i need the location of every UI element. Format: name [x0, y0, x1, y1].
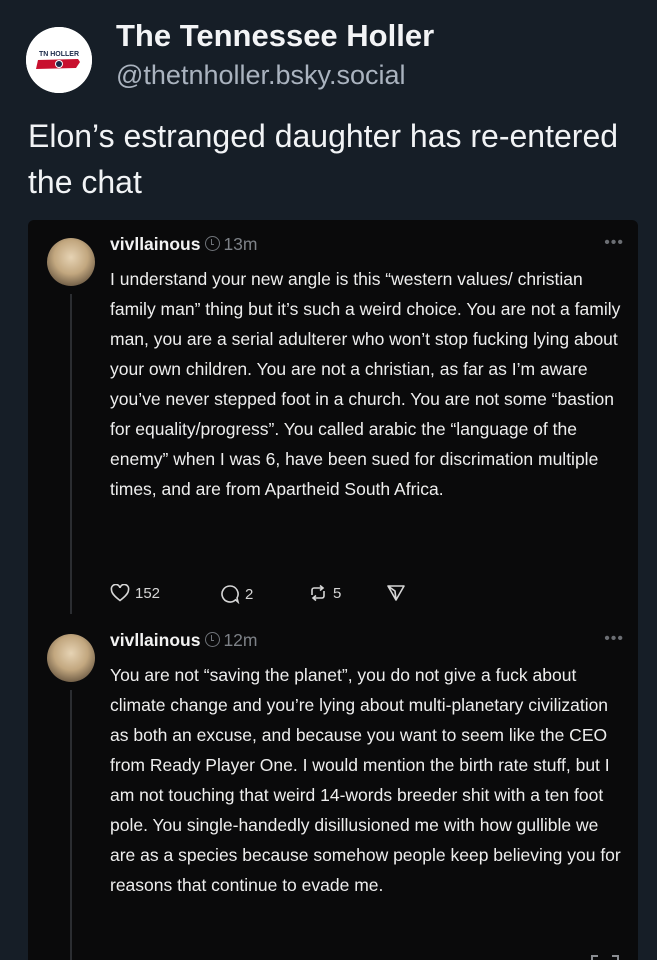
reply-text: You are not “saving the planet”, you do … — [110, 665, 621, 895]
tn-holler-logo: TN HOLLER — [26, 27, 92, 93]
clock-icon — [205, 632, 221, 647]
more-icon[interactable]: ••• — [604, 630, 624, 648]
reply-header: vivllainous 12m — [110, 630, 258, 651]
heart-icon — [110, 584, 130, 602]
like-count: 152 — [135, 584, 161, 602]
reply-username[interactable]: vivllainous — [110, 630, 200, 650]
expand-icon[interactable] — [590, 952, 620, 960]
author-name[interactable]: The Tennessee Holler — [116, 18, 434, 54]
clock-icon — [205, 236, 221, 251]
like-button[interactable]: 152 — [110, 584, 160, 602]
post-text: Elon’s estranged daughter has re-entered… — [28, 118, 619, 200]
share-button[interactable] — [386, 584, 411, 602]
embedded-screenshot: vivllainous 13m ••• I understand your new… — [28, 220, 638, 960]
reply-text: I understand your new angle is this “wes… — [110, 269, 621, 499]
comment-button[interactable]: 2 — [220, 584, 253, 604]
repost-count: 5 — [333, 584, 342, 602]
reply-item: vivllainous 13m ••• I understand your new… — [28, 228, 638, 623]
post-header: TN HOLLER The Tennessee Holler @thetnhol… — [18, 14, 638, 94]
thread-line — [70, 690, 72, 960]
reply-item: vivllainous 12m ••• You are not “saving t… — [28, 624, 638, 960]
reply-time: 12m — [223, 630, 258, 650]
author-avatar[interactable]: TN HOLLER — [26, 27, 92, 93]
author-handle[interactable]: @thetnholler.bsky.social — [116, 60, 406, 91]
share-icon — [387, 585, 405, 601]
more-icon[interactable]: ••• — [604, 234, 624, 252]
logo-text: TN HOLLER — [39, 51, 79, 58]
thread-line — [70, 294, 72, 614]
repost-icon — [311, 584, 325, 602]
reply-header: vivllainous 13m — [110, 234, 258, 255]
reply-avatar[interactable] — [47, 238, 95, 286]
reply-avatar[interactable] — [47, 634, 95, 682]
reply-time: 13m — [223, 234, 258, 254]
comment-icon — [221, 585, 240, 604]
repost-button[interactable]: 5 — [308, 584, 341, 602]
comment-count: 2 — [245, 585, 254, 603]
reply-username[interactable]: vivllainous — [110, 234, 200, 254]
